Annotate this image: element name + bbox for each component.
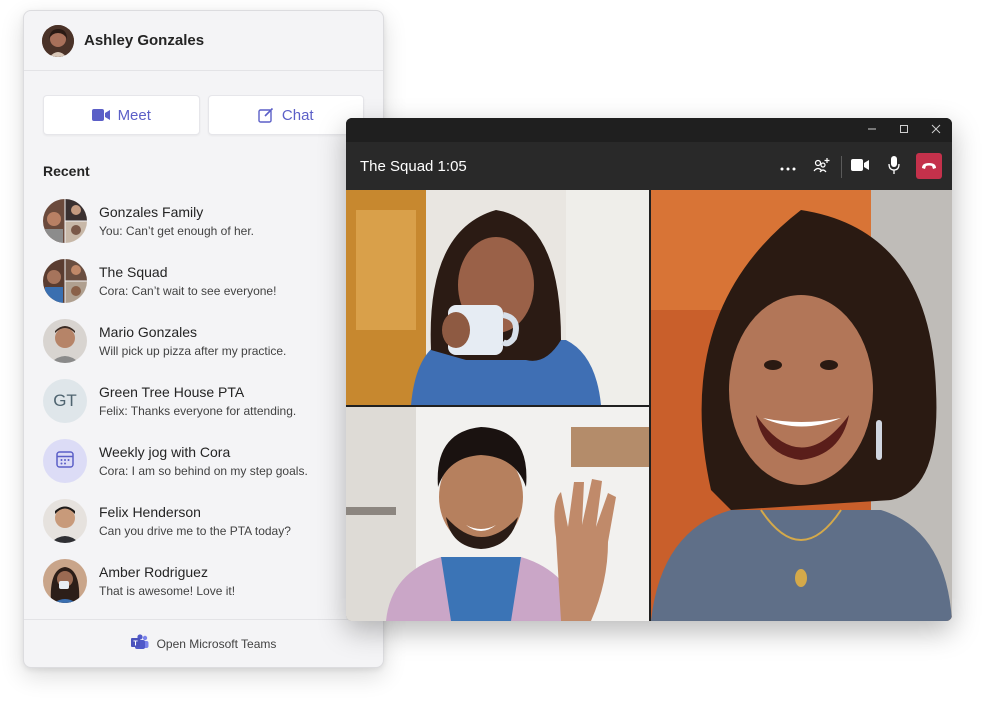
add-people-button[interactable] (810, 155, 834, 179)
meet-button[interactable]: Meet (43, 95, 200, 135)
contact-avatar (43, 499, 87, 543)
chat-flyout-panel: Ashley Gonzales Meet Chat Recent Gonzale… (23, 10, 384, 668)
call-title: The Squad 1:05 (360, 158, 467, 175)
call-window: The Squad 1:05 (346, 118, 952, 621)
video-tile-participant-2[interactable] (346, 407, 649, 621)
chat-preview: Felix: Thanks everyone for attending. (99, 404, 297, 418)
action-row: Meet Chat (43, 95, 364, 135)
group-avatar (43, 199, 87, 243)
chat-name: Amber Rodriguez (99, 564, 208, 580)
close-button[interactable] (928, 122, 944, 138)
meet-label: Meet (117, 106, 151, 124)
minimize-button[interactable] (864, 122, 880, 138)
user-name: Ashley Gonzales (84, 32, 205, 49)
microphone-icon (888, 155, 900, 179)
camera-button[interactable] (848, 155, 872, 179)
chat-name: The Squad (99, 264, 168, 280)
call-toolbar: The Squad 1:05 (346, 142, 952, 190)
open-teams-link[interactable]: T Open Microsoft Teams (24, 619, 383, 667)
initials-avatar: GT (43, 379, 87, 423)
chat-item-felix-henderson[interactable]: Felix Henderson Can you drive me to the … (24, 491, 383, 551)
maximize-button[interactable] (896, 122, 912, 138)
chat-preview: That is awesome! Love it! (99, 584, 236, 598)
chat-preview: Can you drive me to the PTA today? (99, 524, 291, 538)
camera-icon (851, 158, 869, 176)
panel-header: Ashley Gonzales (24, 11, 383, 71)
participant-video (651, 190, 952, 621)
open-teams-label: Open Microsoft Teams (156, 636, 277, 651)
chat-name: Green Tree House PTA (99, 384, 245, 400)
chat-item-amber-rodriguez[interactable]: Amber Rodriguez That is awesome! Love it… (24, 551, 383, 611)
meeting-avatar (43, 439, 87, 483)
chat-item-green-tree-house-pta[interactable]: GT Green Tree House PTA Felix: Thanks ev… (24, 371, 383, 431)
contact-avatar (43, 319, 87, 363)
close-icon (931, 121, 941, 139)
chat-button[interactable]: Chat (207, 95, 364, 135)
chat-preview: You: Can’t get enough of her. (99, 224, 255, 238)
hang-up-button[interactable] (916, 153, 942, 179)
chat-preview: Will pick up pizza after my practice. (99, 344, 287, 358)
chat-preview: Cora: Can’t wait to see everyone! (99, 284, 277, 298)
toolbar-divider (841, 156, 842, 178)
chat-name: Weekly jog with Cora (99, 444, 231, 460)
group-avatar (43, 259, 87, 303)
window-titlebar (346, 118, 952, 142)
chat-item-gonzales-family[interactable]: Gonzales Family You: Can’t get enough of… (24, 191, 383, 251)
hang-up-icon (921, 157, 937, 175)
add-people-icon (813, 157, 831, 178)
chat-name: Gonzales Family (99, 204, 204, 220)
chat-item-mario-gonzales[interactable]: Mario Gonzales Will pick up pizza after … (24, 311, 383, 371)
chat-name: Felix Henderson (99, 504, 201, 520)
calendar-icon (55, 449, 75, 474)
participant-video (346, 407, 649, 621)
chat-preview: Cora: I am so behind on my step goals. (99, 464, 308, 478)
video-tile-participant-3[interactable] (651, 190, 952, 621)
contact-avatar (43, 559, 87, 603)
recent-chat-list: Gonzales Family You: Can’t get enough of… (24, 191, 383, 611)
video-tile-participant-1[interactable] (346, 190, 649, 405)
user-avatar[interactable] (42, 24, 74, 57)
svg-text:T: T (133, 640, 138, 647)
maximize-icon (899, 121, 909, 139)
microphone-button[interactable] (882, 155, 906, 179)
chat-item-the-squad[interactable]: The Squad Cora: Can’t wait to see everyo… (24, 251, 383, 311)
more-options-button[interactable] (776, 155, 800, 179)
participant-video (346, 190, 649, 405)
video-grid (346, 190, 952, 621)
chat-label: Chat (281, 106, 314, 124)
chat-name: Mario Gonzales (99, 324, 198, 340)
teams-logo-icon: T (130, 634, 149, 653)
compose-icon (258, 107, 274, 123)
minimize-icon (867, 121, 877, 139)
video-camera-icon (91, 108, 110, 122)
chat-item-weekly-jog[interactable]: Weekly jog with Cora Cora: I am so behin… (24, 431, 383, 491)
more-options-icon (780, 158, 796, 176)
recent-heading: Recent (43, 163, 90, 179)
